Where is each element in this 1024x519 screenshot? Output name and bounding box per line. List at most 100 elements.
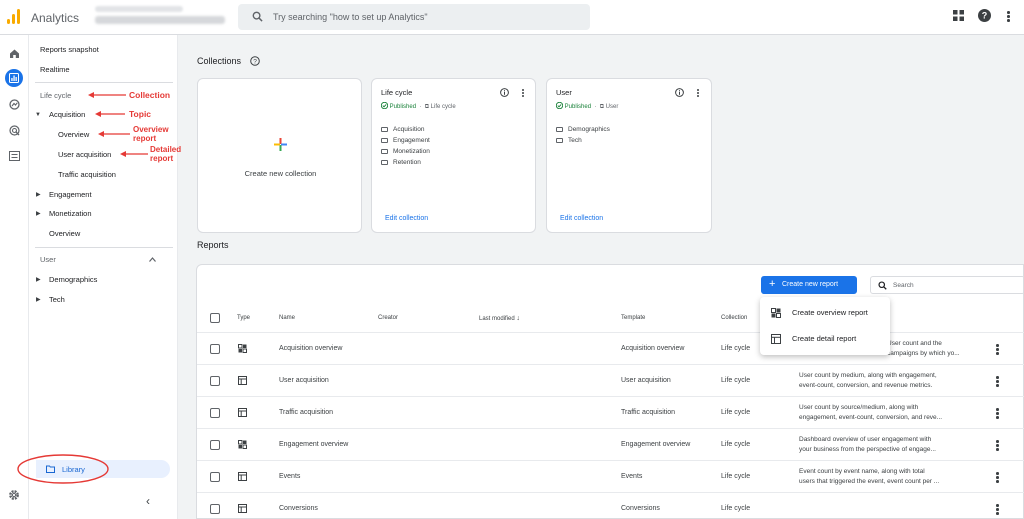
annotation-collection: Collection [129, 90, 171, 100]
table-row[interactable]: Engagement overview Engagement overview … [197, 428, 1024, 460]
plus-icon: + [769, 278, 776, 290]
folder-icon [381, 138, 388, 143]
row-menu-icon[interactable] [996, 376, 999, 388]
folder-icon [381, 160, 388, 165]
collection-topic: Engagement [381, 137, 430, 144]
collection-kind: Life cycle [430, 104, 456, 110]
detail-type-icon [238, 504, 247, 513]
create-new-report-label: Create new report [782, 281, 839, 288]
row-name[interactable]: Engagement overview [279, 441, 348, 448]
row-description: User count by source/medium, along with e… [799, 404, 943, 421]
table-row[interactable]: Traffic acquisition Traffic acquisition … [197, 396, 1024, 428]
overview-report-icon [771, 308, 781, 318]
row-collection: Life cycle [721, 377, 751, 384]
check-circle-icon [555, 101, 564, 110]
row-checkbox[interactable] [210, 408, 220, 418]
row-name[interactable]: Conversions [279, 505, 318, 512]
row-collection: Life cycle [721, 473, 751, 480]
annotation-topic: Topic [129, 109, 152, 119]
row-template: Traffic acquisition [621, 409, 676, 416]
edit-collection-link[interactable]: Edit collection [560, 215, 603, 222]
svg-text:?: ? [253, 59, 257, 66]
sort-down-arrow-icon: ↓ [516, 315, 520, 322]
row-menu-icon[interactable] [996, 440, 999, 452]
report-search-placeholder: Search [893, 282, 914, 289]
select-all-checkbox[interactable] [210, 313, 220, 323]
collection-status: Published · ⧉ Life cycle [380, 101, 456, 111]
row-collection: Life cycle [721, 441, 751, 448]
collection-card-lifecycle: Life cycle Published · ⧉ Life cycle Acqu… [371, 78, 536, 233]
annotation-overview-report-l1: Overview [133, 125, 169, 134]
row-menu-icon[interactable] [996, 472, 999, 484]
collection-card-title: Life cycle [381, 88, 413, 97]
row-name[interactable]: User acquisition [279, 377, 329, 384]
report-search-input[interactable]: Search [870, 276, 1024, 294]
info-icon[interactable] [675, 88, 684, 97]
row-description: Event count by event name, along with to… [799, 468, 940, 485]
row-name[interactable]: Events [279, 473, 300, 480]
create-new-report-button[interactable]: + Create new report [761, 276, 857, 294]
search-icon [878, 281, 887, 290]
collection-card-user: User Published · ⧉ User Demographics Tec… [546, 78, 712, 233]
create-collection-card[interactable]: Create new collection [197, 78, 362, 233]
row-collection: Life cycle [721, 505, 751, 512]
folder-icon [556, 127, 563, 132]
column-header-last-modified[interactable]: Last modified ↓ [479, 315, 520, 322]
collection-topic: Tech [556, 137, 582, 144]
row-checkbox[interactable] [210, 344, 220, 354]
collection-topic: Retention [381, 159, 421, 166]
detail-type-icon [238, 376, 247, 385]
row-name[interactable]: Acquisition overview [279, 345, 342, 352]
edit-collection-link[interactable]: Edit collection [385, 215, 428, 222]
folder-icon [381, 127, 388, 132]
table-row[interactable]: Events Events Life cycle Event count by … [197, 460, 1024, 492]
table-row[interactable]: User acquisition User acquisition Life c… [197, 364, 1024, 396]
help-circle-icon[interactable]: ? [250, 56, 260, 66]
collection-kind: User [605, 104, 619, 110]
annotation-detailed-report-l1: Detailed [150, 145, 182, 154]
row-description: Dashboard overview of user engagement wi… [799, 436, 936, 453]
card-menu-icon[interactable] [697, 89, 699, 99]
menu-item-create-overview-report[interactable]: Create overview report [792, 308, 868, 317]
detail-type-icon [238, 472, 247, 481]
table-row[interactable]: Conversions Conversions Life cycle [197, 492, 1024, 519]
collection-topic: Monetization [381, 148, 430, 155]
annotation-overview-report-l2: report [133, 134, 157, 143]
row-checkbox[interactable] [210, 440, 220, 450]
column-header-collection[interactable]: Collection [721, 315, 747, 321]
folder-icon [381, 149, 388, 154]
row-name[interactable]: Traffic acquisition [279, 409, 333, 416]
row-collection: Life cycle [721, 345, 751, 352]
collection-topic: Acquisition [381, 126, 424, 133]
column-header-type[interactable]: Type [237, 315, 250, 321]
collection-card-title: User [556, 88, 572, 97]
row-checkbox[interactable] [210, 376, 220, 386]
menu-item-create-detail-report[interactable]: Create detail report [792, 334, 856, 343]
row-checkbox[interactable] [210, 504, 220, 514]
collections-heading: Collections [197, 56, 242, 66]
row-menu-icon[interactable] [996, 344, 999, 356]
collection-status: Published · ⧉ User [555, 101, 619, 111]
library-highlight-circle [17, 454, 109, 484]
column-header-template[interactable]: Template [621, 315, 645, 321]
column-header-creator[interactable]: Creator [378, 315, 398, 321]
create-report-menu: Create overview report Create detail rep… [760, 297, 890, 355]
card-menu-icon[interactable] [522, 89, 524, 99]
row-menu-icon[interactable] [996, 408, 999, 420]
row-description: User count and the campaigns by which yo.… [887, 340, 960, 357]
row-menu-icon[interactable] [996, 504, 999, 516]
row-template: Conversions [621, 505, 660, 512]
row-description: User count by medium, along with engagem… [799, 372, 937, 389]
column-header-name[interactable]: Name [279, 315, 295, 321]
row-checkbox[interactable] [210, 472, 220, 482]
row-template: User acquisition [621, 377, 671, 384]
overview-type-icon [238, 344, 247, 353]
check-circle-icon [380, 101, 389, 110]
info-icon[interactable] [500, 88, 509, 97]
row-collection: Life cycle [721, 409, 751, 416]
annotation-detailed-report-l2: report [150, 154, 174, 163]
row-template: Acquisition overview [621, 345, 685, 352]
table-row[interactable]: Acquisition overview Acquisition overvie… [197, 332, 1024, 364]
row-template: Events [621, 473, 643, 480]
detail-report-icon [771, 334, 781, 344]
